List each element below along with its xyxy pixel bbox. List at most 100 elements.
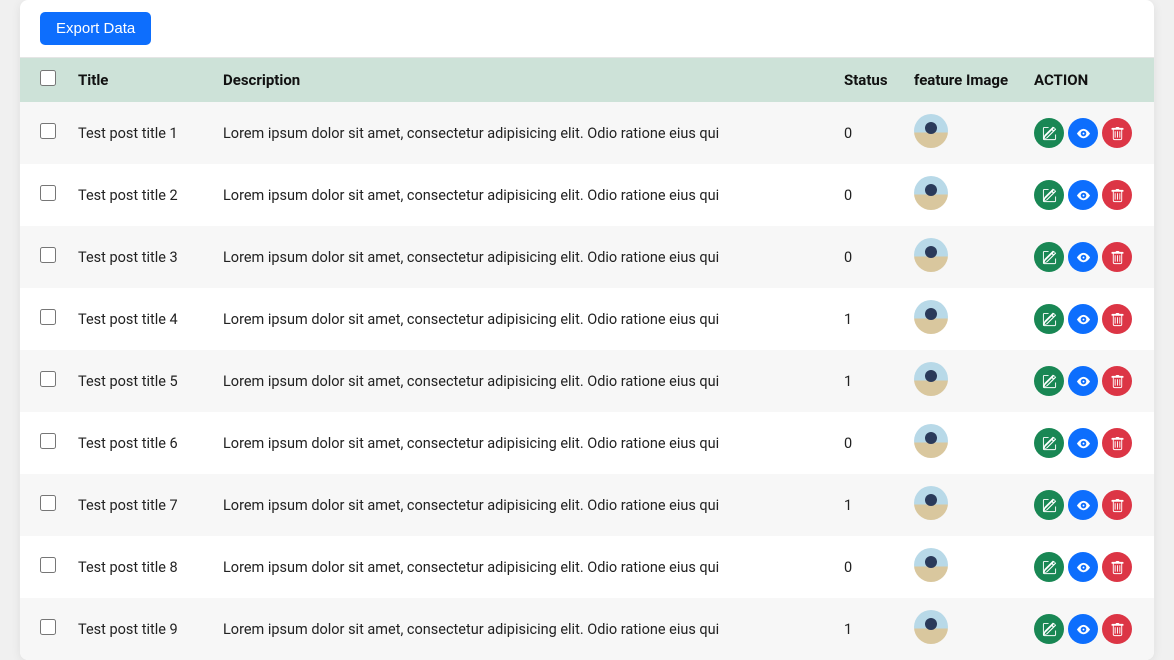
- export-data-button[interactable]: Export Data: [40, 12, 151, 45]
- row-actions: [1024, 536, 1154, 598]
- view-button[interactable]: [1068, 614, 1098, 644]
- row-title: Test post title 4: [68, 288, 213, 350]
- delete-button[interactable]: [1102, 552, 1132, 582]
- view-button[interactable]: [1068, 552, 1098, 582]
- eye-icon: [1076, 374, 1091, 389]
- edit-button[interactable]: [1034, 304, 1064, 334]
- toolbar: Export Data: [20, 0, 1154, 58]
- row-checkbox[interactable]: [40, 371, 56, 387]
- delete-button[interactable]: [1102, 180, 1132, 210]
- row-title: Test post title 7: [68, 474, 213, 536]
- row-title: Test post title 9: [68, 598, 213, 660]
- view-button[interactable]: [1068, 428, 1098, 458]
- row-feature-image: [904, 288, 1024, 350]
- eye-icon: [1076, 622, 1091, 637]
- row-checkbox[interactable]: [40, 123, 56, 139]
- trash-icon: [1110, 560, 1125, 575]
- row-checkbox-cell: [20, 598, 68, 660]
- row-status: 0: [834, 102, 904, 164]
- delete-button[interactable]: [1102, 490, 1132, 520]
- delete-button[interactable]: [1102, 242, 1132, 272]
- row-status: 0: [834, 412, 904, 474]
- trash-icon: [1110, 374, 1125, 389]
- row-checkbox[interactable]: [40, 619, 56, 635]
- row-checkbox-cell: [20, 474, 68, 536]
- row-feature-image: [904, 474, 1024, 536]
- edit-button[interactable]: [1034, 180, 1064, 210]
- eye-icon: [1076, 436, 1091, 451]
- delete-button[interactable]: [1102, 304, 1132, 334]
- select-all-checkbox[interactable]: [40, 70, 56, 86]
- row-description: Lorem ipsum dolor sit amet, consectetur …: [213, 164, 834, 226]
- edit-button[interactable]: [1034, 614, 1064, 644]
- trash-icon: [1110, 312, 1125, 327]
- edit-button[interactable]: [1034, 490, 1064, 520]
- row-title: Test post title 2: [68, 164, 213, 226]
- row-title: Test post title 8: [68, 536, 213, 598]
- row-status: 1: [834, 598, 904, 660]
- row-checkbox-cell: [20, 164, 68, 226]
- edit-icon: [1042, 560, 1057, 575]
- row-actions: [1024, 288, 1154, 350]
- edit-icon: [1042, 622, 1057, 637]
- view-button[interactable]: [1068, 366, 1098, 396]
- row-description: Lorem ipsum dolor sit amet, consectetur …: [213, 474, 834, 536]
- view-button[interactable]: [1068, 118, 1098, 148]
- row-checkbox[interactable]: [40, 185, 56, 201]
- table-row: Test post title 4 Lorem ipsum dolor sit …: [20, 288, 1154, 350]
- delete-button[interactable]: [1102, 118, 1132, 148]
- row-checkbox[interactable]: [40, 309, 56, 325]
- delete-button[interactable]: [1102, 614, 1132, 644]
- avatar: [914, 424, 948, 458]
- trash-icon: [1110, 436, 1125, 451]
- avatar: [914, 548, 948, 582]
- header-action: ACTION: [1024, 58, 1154, 102]
- view-button[interactable]: [1068, 490, 1098, 520]
- action-buttons: [1034, 428, 1144, 458]
- row-description: Lorem ipsum dolor sit amet, consectetur …: [213, 102, 834, 164]
- row-actions: [1024, 412, 1154, 474]
- table-row: Test post title 1 Lorem ipsum dolor sit …: [20, 102, 1154, 164]
- row-title: Test post title 1: [68, 102, 213, 164]
- view-button[interactable]: [1068, 180, 1098, 210]
- row-status: 1: [834, 474, 904, 536]
- row-actions: [1024, 102, 1154, 164]
- table-row: Test post title 9 Lorem ipsum dolor sit …: [20, 598, 1154, 660]
- row-checkbox[interactable]: [40, 247, 56, 263]
- row-feature-image: [904, 598, 1024, 660]
- action-buttons: [1034, 490, 1144, 520]
- row-description: Lorem ipsum dolor sit amet, consectetur …: [213, 598, 834, 660]
- eye-icon: [1076, 188, 1091, 203]
- trash-icon: [1110, 126, 1125, 141]
- row-status: 1: [834, 350, 904, 412]
- row-checkbox[interactable]: [40, 495, 56, 511]
- avatar: [914, 362, 948, 396]
- row-description: Lorem ipsum dolor sit amet, consectetur …: [213, 412, 834, 474]
- row-checkbox[interactable]: [40, 557, 56, 573]
- row-checkbox-cell: [20, 536, 68, 598]
- edit-button[interactable]: [1034, 366, 1064, 396]
- edit-button[interactable]: [1034, 118, 1064, 148]
- trash-icon: [1110, 188, 1125, 203]
- edit-button[interactable]: [1034, 552, 1064, 582]
- view-button[interactable]: [1068, 304, 1098, 334]
- row-feature-image: [904, 536, 1024, 598]
- avatar: [914, 300, 948, 334]
- header-description: Description: [213, 58, 834, 102]
- edit-button[interactable]: [1034, 242, 1064, 272]
- header-checkbox-cell: [20, 58, 68, 102]
- row-title: Test post title 5: [68, 350, 213, 412]
- delete-button[interactable]: [1102, 366, 1132, 396]
- action-buttons: [1034, 614, 1144, 644]
- data-table-card: Export Data Title Description Status fea…: [20, 0, 1154, 660]
- row-checkbox[interactable]: [40, 433, 56, 449]
- header-status: Status: [834, 58, 904, 102]
- row-description: Lorem ipsum dolor sit amet, consectetur …: [213, 288, 834, 350]
- delete-button[interactable]: [1102, 428, 1132, 458]
- edit-icon: [1042, 436, 1057, 451]
- table-row: Test post title 3 Lorem ipsum dolor sit …: [20, 226, 1154, 288]
- row-actions: [1024, 350, 1154, 412]
- edit-button[interactable]: [1034, 428, 1064, 458]
- view-button[interactable]: [1068, 242, 1098, 272]
- row-status: 0: [834, 536, 904, 598]
